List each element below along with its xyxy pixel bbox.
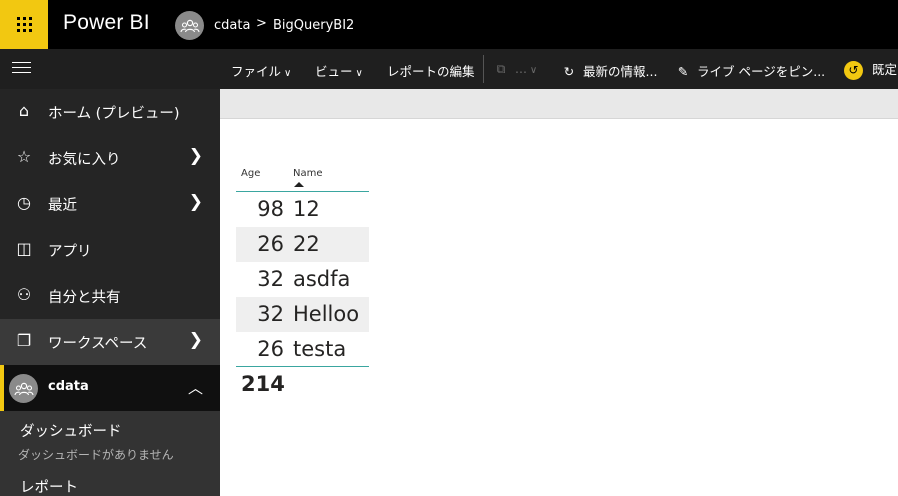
age-cell: 32	[257, 267, 284, 291]
name-cell: asdfa	[293, 267, 351, 291]
sidebar-item-shared[interactable]: ⚇ 自分と共有	[0, 273, 220, 319]
column-header-age[interactable]: Age	[241, 168, 260, 179]
shared-person-icon: ⚇	[16, 285, 32, 304]
sidebar-item-recent[interactable]: ◷ 最近 ❯	[0, 181, 220, 227]
top-bar: Power BI cdata > BigQueryBI2	[0, 0, 898, 49]
table-row: 32 asdfa	[236, 262, 369, 297]
column-header-name[interactable]: Name	[293, 168, 323, 179]
breadcrumb-separator-icon: >	[256, 16, 267, 31]
age-cell: 26	[257, 232, 284, 256]
hamburger-menu-icon[interactable]	[12, 62, 31, 76]
view-menu[interactable]: ビュー ∨	[315, 61, 363, 80]
copy-icon: ⧉	[496, 61, 506, 76]
default-label: 既定	[872, 62, 898, 77]
refresh-icon: ↻	[563, 64, 575, 79]
sidebar-item-label: 自分と共有	[48, 290, 121, 306]
home-icon: ⌂	[18, 101, 30, 120]
total-value: 214	[241, 372, 285, 396]
sidebar-item-label: お気に入り	[48, 152, 121, 168]
command-bar: ファイル ∨ ビュー ∨ レポートの編集 ⧉... ∨ ↻ 最新の情報... ✎ ライブ …	[0, 49, 898, 89]
refresh-button[interactable]: ↻ 最新の情報...	[561, 61, 658, 80]
disabled-ellipsis: ...	[515, 61, 527, 76]
table-row: 98 12	[236, 192, 369, 227]
chevron-down-icon: ∨	[529, 65, 538, 76]
sidebar-item-label: 最近	[48, 198, 77, 214]
dashboards-heading[interactable]: ダッシュボード	[20, 420, 122, 441]
apps-icon: ◫	[16, 239, 32, 258]
default-button[interactable]: ↺ 既定	[844, 59, 897, 80]
brand-title[interactable]: Power BI	[63, 11, 150, 35]
table-row: 32 Helloo	[236, 297, 369, 332]
pin-live-label: ライブ ページをピン...	[697, 64, 826, 79]
chevron-down-icon: ∨	[355, 68, 363, 79]
waffle-icon	[16, 17, 32, 32]
file-menu-label: ファイル	[231, 64, 282, 79]
chevron-up-icon: ︿	[187, 379, 203, 397]
sidebar-item-label: アプリ	[48, 244, 92, 260]
table-row: 26 22	[236, 227, 369, 262]
pin-icon: ✎	[677, 64, 689, 79]
workspace-avatar	[9, 374, 38, 403]
group-icon	[13, 382, 34, 395]
command-divider	[483, 55, 484, 83]
workspace-content-panel: ダッシュボード ダッシュボードがありません レポート	[0, 411, 220, 496]
sidebar: ⌂ ホーム (プレビュー) ☆ お気に入り ❯ ◷ 最近 ❯ ◫ アプリ ⚇ 自…	[0, 89, 220, 496]
workspaces-icon: ❐	[16, 331, 32, 350]
sidebar-item-home[interactable]: ⌂ ホーム (プレビュー)	[0, 89, 220, 135]
sidebar-item-apps[interactable]: ◫ アプリ	[0, 227, 220, 273]
view-menu-label: ビュー	[315, 64, 353, 79]
reset-icon: ↺	[844, 61, 863, 80]
chevron-right-icon: ❯	[188, 192, 203, 212]
group-icon	[179, 19, 200, 32]
no-dashboards-note: ダッシュボードがありません	[18, 448, 174, 462]
app-launcher-button[interactable]	[0, 0, 48, 49]
refresh-label: 最新の情報...	[583, 64, 658, 79]
edit-report-button[interactable]: レポートの編集	[387, 61, 475, 80]
name-cell: Helloo	[293, 302, 360, 326]
page-tabs-strip	[220, 89, 898, 119]
sidebar-item-label: ホーム (プレビュー)	[48, 106, 180, 122]
clock-icon: ◷	[17, 193, 31, 212]
table-row: 26 testa	[236, 332, 369, 367]
chevron-right-icon: ❯	[188, 330, 203, 350]
age-cell: 98	[257, 197, 284, 221]
name-cell: 22	[293, 232, 320, 256]
file-menu[interactable]: ファイル ∨	[231, 61, 291, 80]
name-cell: testa	[293, 337, 347, 361]
sidebar-item-label: cdata	[48, 379, 89, 394]
sidebar-item-workspaces[interactable]: ❐ ワークスペース ❯	[0, 319, 220, 365]
sidebar-item-label: ワークスペース	[48, 336, 148, 352]
active-indicator	[0, 365, 4, 411]
breadcrumb-report[interactable]: BigQueryBI2	[273, 18, 354, 33]
age-cell: 26	[257, 337, 284, 361]
chevron-down-icon: ∨	[284, 68, 292, 79]
sidebar-item-cdata[interactable]: cdata ︿	[0, 365, 220, 411]
workspace-avatar	[175, 11, 204, 40]
sidebar-item-favorites[interactable]: ☆ お気に入り ❯	[0, 135, 220, 181]
star-icon: ☆	[16, 147, 32, 166]
chevron-right-icon: ❯	[188, 146, 203, 166]
name-cell: 12	[293, 197, 320, 221]
age-cell: 32	[257, 302, 284, 326]
pin-live-page-button[interactable]: ✎ ライブ ページをピン...	[675, 61, 825, 80]
sort-ascending-icon	[294, 182, 304, 187]
total-divider	[236, 366, 369, 367]
disabled-action-button[interactable]: ⧉... ∨	[493, 61, 538, 77]
breadcrumb-workspace[interactable]: cdata	[214, 18, 250, 33]
reports-heading[interactable]: レポート	[20, 476, 78, 496]
